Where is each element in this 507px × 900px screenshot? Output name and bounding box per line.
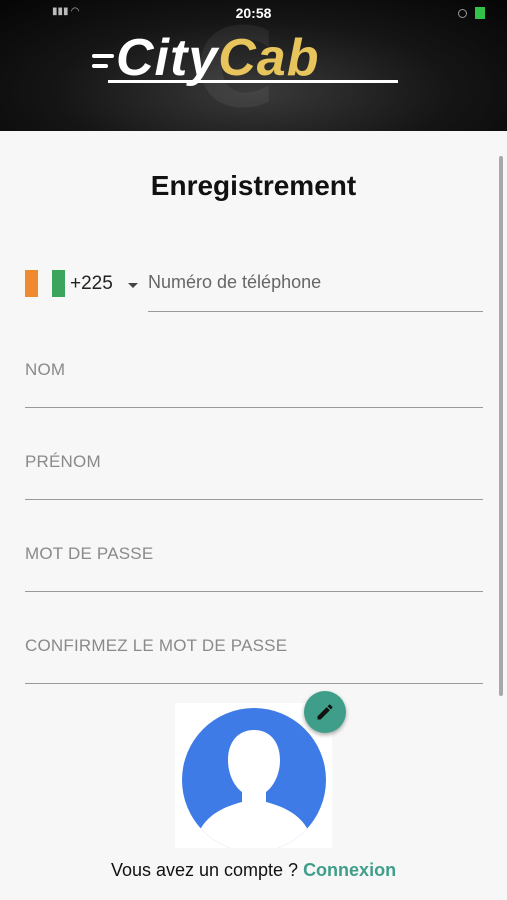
page-title: Enregistrement [150,170,357,201]
signal-icon: ▮▮▮ ◠ [52,6,79,17]
connexion-link[interactable]: Connexion [303,860,396,880]
logo-speed-lines [92,54,114,68]
battery-icon [475,7,485,19]
logo-cab-text: Cab [218,29,320,87]
login-prompt-text: Vous avez un compte ? [110,860,304,880]
scrollbar[interactable] [499,156,503,696]
phone-number-input[interactable]: Numéro de téléphone [148,258,483,312]
password-field[interactable]: MOT DE PASSE [25,536,483,592]
prenom-field[interactable]: PRÉNOM [25,444,483,500]
password-label: MOT DE PASSE [25,544,154,563]
edit-photo-button[interactable] [304,691,346,733]
phone-placeholder: Numéro de téléphone [148,272,322,292]
confirm-password-field[interactable]: CONFIRMEZ LE MOT DE PASSE [25,628,483,684]
confirm-password-label: CONFIRMEZ LE MOT DE PASSE [25,636,288,655]
logo-underline [108,80,398,83]
nom-field[interactable]: NOM [25,352,483,408]
logo-city-text: City [116,29,219,87]
alarm-icon [458,8,467,18]
citycab-logo: CityCab [92,30,320,86]
prenom-label: PRÉNOM [25,452,101,471]
chevron-down-icon[interactable] [128,283,138,288]
phone-row: +225 Numéro de téléphone [25,258,483,313]
user-avatar-icon [182,708,326,848]
pencil-icon [317,704,333,720]
dial-code-selector[interactable]: +225 [70,273,113,295]
app-header: ▮▮▮ ◠ 20:58 C CityCab [0,0,507,131]
country-flag-icon[interactable] [25,270,65,297]
status-icons [458,7,485,19]
nom-label: NOM [25,360,66,379]
login-prompt: Vous avez un compte ? Connexion [0,860,507,881]
